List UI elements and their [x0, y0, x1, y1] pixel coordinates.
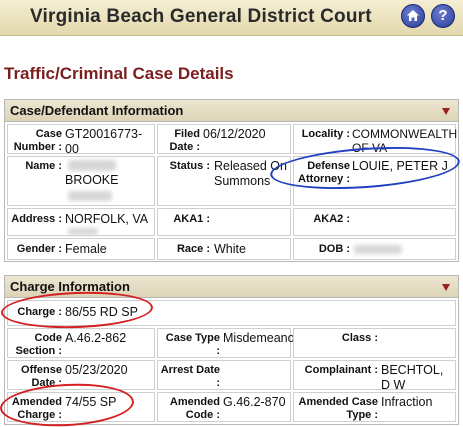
locality-cell: Locality : COMMONWEALTH OF VA: [293, 124, 458, 155]
aka1-cell: AKA1 :: [157, 208, 291, 236]
complainant-value: BECHTOL, D W: [381, 363, 444, 392]
filed-date-label: Filed Date :: [169, 128, 200, 153]
status-label: Status :: [169, 160, 210, 172]
locality-value: COMMONWEALTH OF VA: [352, 127, 458, 155]
charge-label: Charge :: [17, 306, 62, 318]
dob-label: DOB :: [318, 243, 350, 255]
section-header[interactable]: Charge Information: [5, 276, 458, 298]
name-cell: Name : BROOKE: [7, 156, 155, 206]
gender-cell: Gender : Female: [7, 238, 155, 260]
defense-attorney-value: LOUIE, PETER J: [352, 159, 448, 173]
home-icon[interactable]: [401, 4, 425, 28]
charge-section: Charge Information Charge : 86/55 RD SP …: [4, 275, 459, 425]
filed-date-cell: Filed Date : 06/12/2020: [157, 124, 291, 154]
case-number-value: GT20016773-00: [65, 127, 143, 156]
offense-date-value: 05/23/2020: [65, 363, 128, 377]
court-name: Virginia Beach General District Court: [30, 6, 372, 27]
amended-code-cell: Amended Code : G.46.2-870: [157, 392, 291, 422]
dob-cell: DOB :: [293, 238, 456, 260]
address-value: NORFOLK, VA: [65, 212, 149, 226]
offense-date-cell: Offense Date : 05/23/2020: [7, 360, 155, 390]
amended-charge-value: 74/55 SP: [65, 395, 117, 409]
offense-date-label: Offense Date :: [21, 364, 62, 389]
aka2-cell: AKA2 :: [293, 208, 456, 236]
arrest-date-cell: Arrest Date :: [157, 360, 291, 390]
section-header[interactable]: Case/Defendant Information: [5, 100, 458, 122]
aka2-label: AKA2 :: [313, 213, 350, 225]
filed-date-value: 06/12/2020: [203, 127, 266, 141]
amended-charge-label: Amended Charge :: [11, 396, 62, 421]
case-number-cell: Case Number : GT20016773-00: [7, 124, 155, 156]
address-cell: Address : NORFOLK, VA: [7, 208, 155, 236]
redacted-last-name: [68, 191, 112, 201]
court-header: Virginia Beach General District Court ?: [0, 0, 463, 36]
collapse-arrow-icon[interactable]: [442, 284, 450, 291]
code-section-value: A.46.2-862: [65, 331, 127, 345]
amended-charge-cell: Amended Charge : 74/55 SP: [7, 392, 155, 422]
class-cell: Class :: [293, 328, 456, 358]
case-type-cell: Case Type : Misdemeanor: [157, 328, 299, 358]
race-value: White: [214, 242, 246, 256]
amended-case-type-label: Amended Case Type :: [298, 396, 378, 421]
section-title: Case/Defendant Information: [10, 103, 184, 118]
redacted-address: [68, 228, 98, 235]
amended-code-value: G.46.2-870: [223, 395, 286, 409]
redacted-dob: [354, 245, 402, 254]
name-label: Name :: [25, 160, 62, 172]
amended-case-type-value: Infraction: [381, 395, 433, 409]
class-label: Class :: [341, 332, 378, 344]
case-type-label: Case Type :: [165, 332, 220, 357]
race-cell: Race : White: [157, 238, 291, 260]
defense-attorney-label: Defense Attorney :: [298, 160, 350, 185]
charge-cell: Charge : 86/55 RD SP: [7, 300, 456, 326]
amended-code-label: Amended Code :: [169, 396, 220, 421]
page-title: Traffic/Criminal Case Details: [4, 64, 234, 83]
case-number-label: Case Number :: [13, 128, 62, 153]
help-icon[interactable]: ?: [431, 4, 455, 28]
complainant-label: Complainant :: [304, 364, 378, 376]
complainant-cell: Complainant : BECHTOL, D W: [293, 360, 456, 392]
code-section-cell: Code Section : A.46.2-862: [7, 328, 155, 358]
collapse-arrow-icon[interactable]: [442, 108, 450, 115]
race-label: Race :: [176, 243, 210, 255]
case-type-value: Misdemeanor: [223, 331, 299, 345]
status-cell: Status : Released On Summons: [157, 156, 291, 206]
gender-value: Female: [65, 242, 107, 256]
status-value: Released On Summons: [214, 159, 287, 188]
charge-value: 86/55 RD SP: [65, 305, 138, 319]
aka1-label: AKA1 :: [173, 213, 210, 225]
gender-label: Gender :: [16, 243, 62, 255]
case-defendant-section: Case/Defendant Information Case Number :…: [4, 99, 459, 262]
name-value: BROOKE: [65, 173, 119, 187]
code-section-label: Code Section :: [15, 332, 62, 357]
arrest-date-label: Arrest Date :: [160, 364, 220, 389]
address-label: Address :: [11, 213, 62, 225]
redacted-first-name: [68, 160, 116, 171]
locality-label: Locality :: [301, 128, 350, 140]
defense-attorney-cell: Defense Attorney : LOUIE, PETER J: [293, 156, 456, 206]
section-title: Charge Information: [10, 279, 130, 294]
amended-case-type-cell: Amended Case Type : Infraction: [293, 392, 456, 422]
